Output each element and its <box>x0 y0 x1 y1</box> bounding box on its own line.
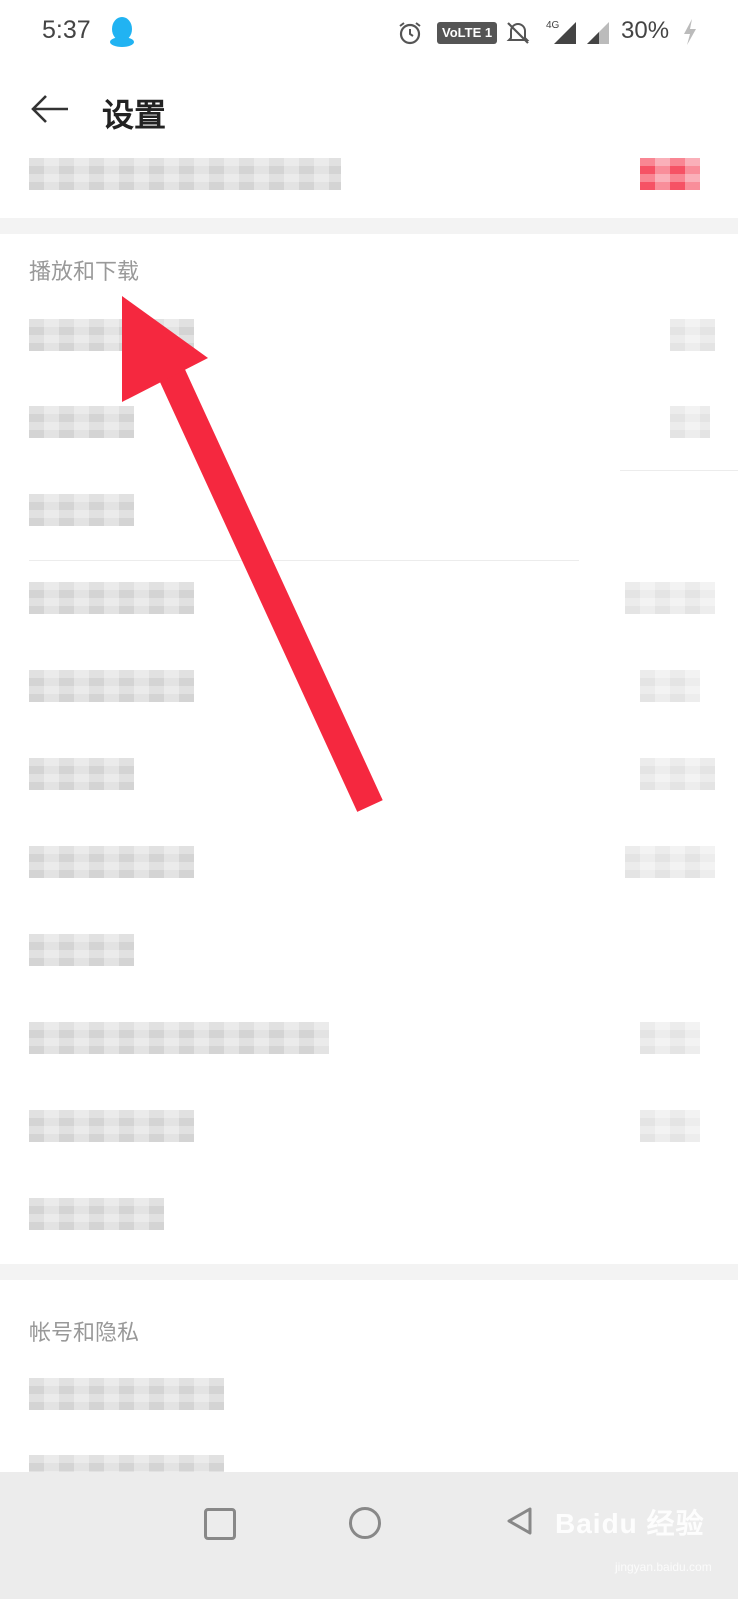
settings-row[interactable] <box>0 1350 738 1436</box>
blurred-text <box>29 406 134 438</box>
watermark-url: jingyan.baidu.com <box>615 1560 712 1574</box>
blurred-value <box>640 758 715 790</box>
status-bar: 5:37 VoLTE 1 4G 30% <box>0 0 738 66</box>
blurred-text <box>29 582 194 614</box>
alarm-icon <box>397 20 423 51</box>
qq-icon <box>107 16 137 53</box>
blurred-value <box>625 846 715 878</box>
blurred-text <box>29 934 134 966</box>
settings-row[interactable] <box>0 1170 738 1256</box>
blurred-text <box>29 319 194 351</box>
page-title: 设置 <box>102 97 167 133</box>
section-label-account: 帐号和隐私 <box>29 1320 140 1345</box>
section-divider <box>0 218 738 234</box>
home-icon[interactable] <box>349 1507 381 1539</box>
blurred-text <box>29 1378 224 1410</box>
blurred-text <box>29 158 341 190</box>
back-arrow-icon[interactable] <box>30 92 70 131</box>
settings-row[interactable] <box>0 642 738 728</box>
watermark: Baidu 经验 <box>555 1508 705 1539</box>
blurred-value <box>670 319 715 351</box>
settings-row[interactable] <box>0 466 738 552</box>
charging-icon <box>681 18 699 51</box>
settings-row[interactable] <box>0 906 738 992</box>
recent-apps-icon[interactable] <box>204 1508 236 1540</box>
volte-badge: VoLTE 1 <box>437 22 498 44</box>
section-label-playback: 播放和下载 <box>29 259 140 284</box>
blurred-value <box>670 406 710 438</box>
blurred-value <box>640 670 700 702</box>
app-header: 设置 <box>0 70 738 150</box>
signal-icon <box>585 20 611 51</box>
svg-text:4G: 4G <box>546 20 560 31</box>
red-badge <box>640 158 700 190</box>
settings-row[interactable] <box>0 818 738 904</box>
blurred-value <box>625 582 715 614</box>
nav-back-icon[interactable] <box>505 1506 533 1541</box>
system-nav-bar: Baidu 经验 jingyan.baidu.com <box>0 1472 738 1599</box>
settings-row[interactable] <box>0 554 738 640</box>
blurred-text <box>29 1110 194 1142</box>
blurred-text <box>29 670 194 702</box>
battery-level: 30% <box>621 17 670 44</box>
blurred-text <box>29 846 194 878</box>
settings-row[interactable] <box>0 378 738 464</box>
blurred-value <box>640 1022 700 1054</box>
blurred-text <box>29 758 134 790</box>
blurred-text <box>29 1198 164 1230</box>
settings-row[interactable] <box>0 292 738 378</box>
status-time: 5:37 <box>42 16 91 44</box>
section-divider <box>0 1264 738 1280</box>
blurred-text <box>29 1022 329 1054</box>
signal-icon: 4G <box>546 18 580 51</box>
blurred-value <box>640 1110 700 1142</box>
bell-off-icon <box>505 20 531 51</box>
settings-row[interactable] <box>0 994 738 1080</box>
settings-row[interactable] <box>0 1082 738 1168</box>
blurred-text <box>29 494 134 526</box>
settings-row[interactable] <box>0 730 738 816</box>
